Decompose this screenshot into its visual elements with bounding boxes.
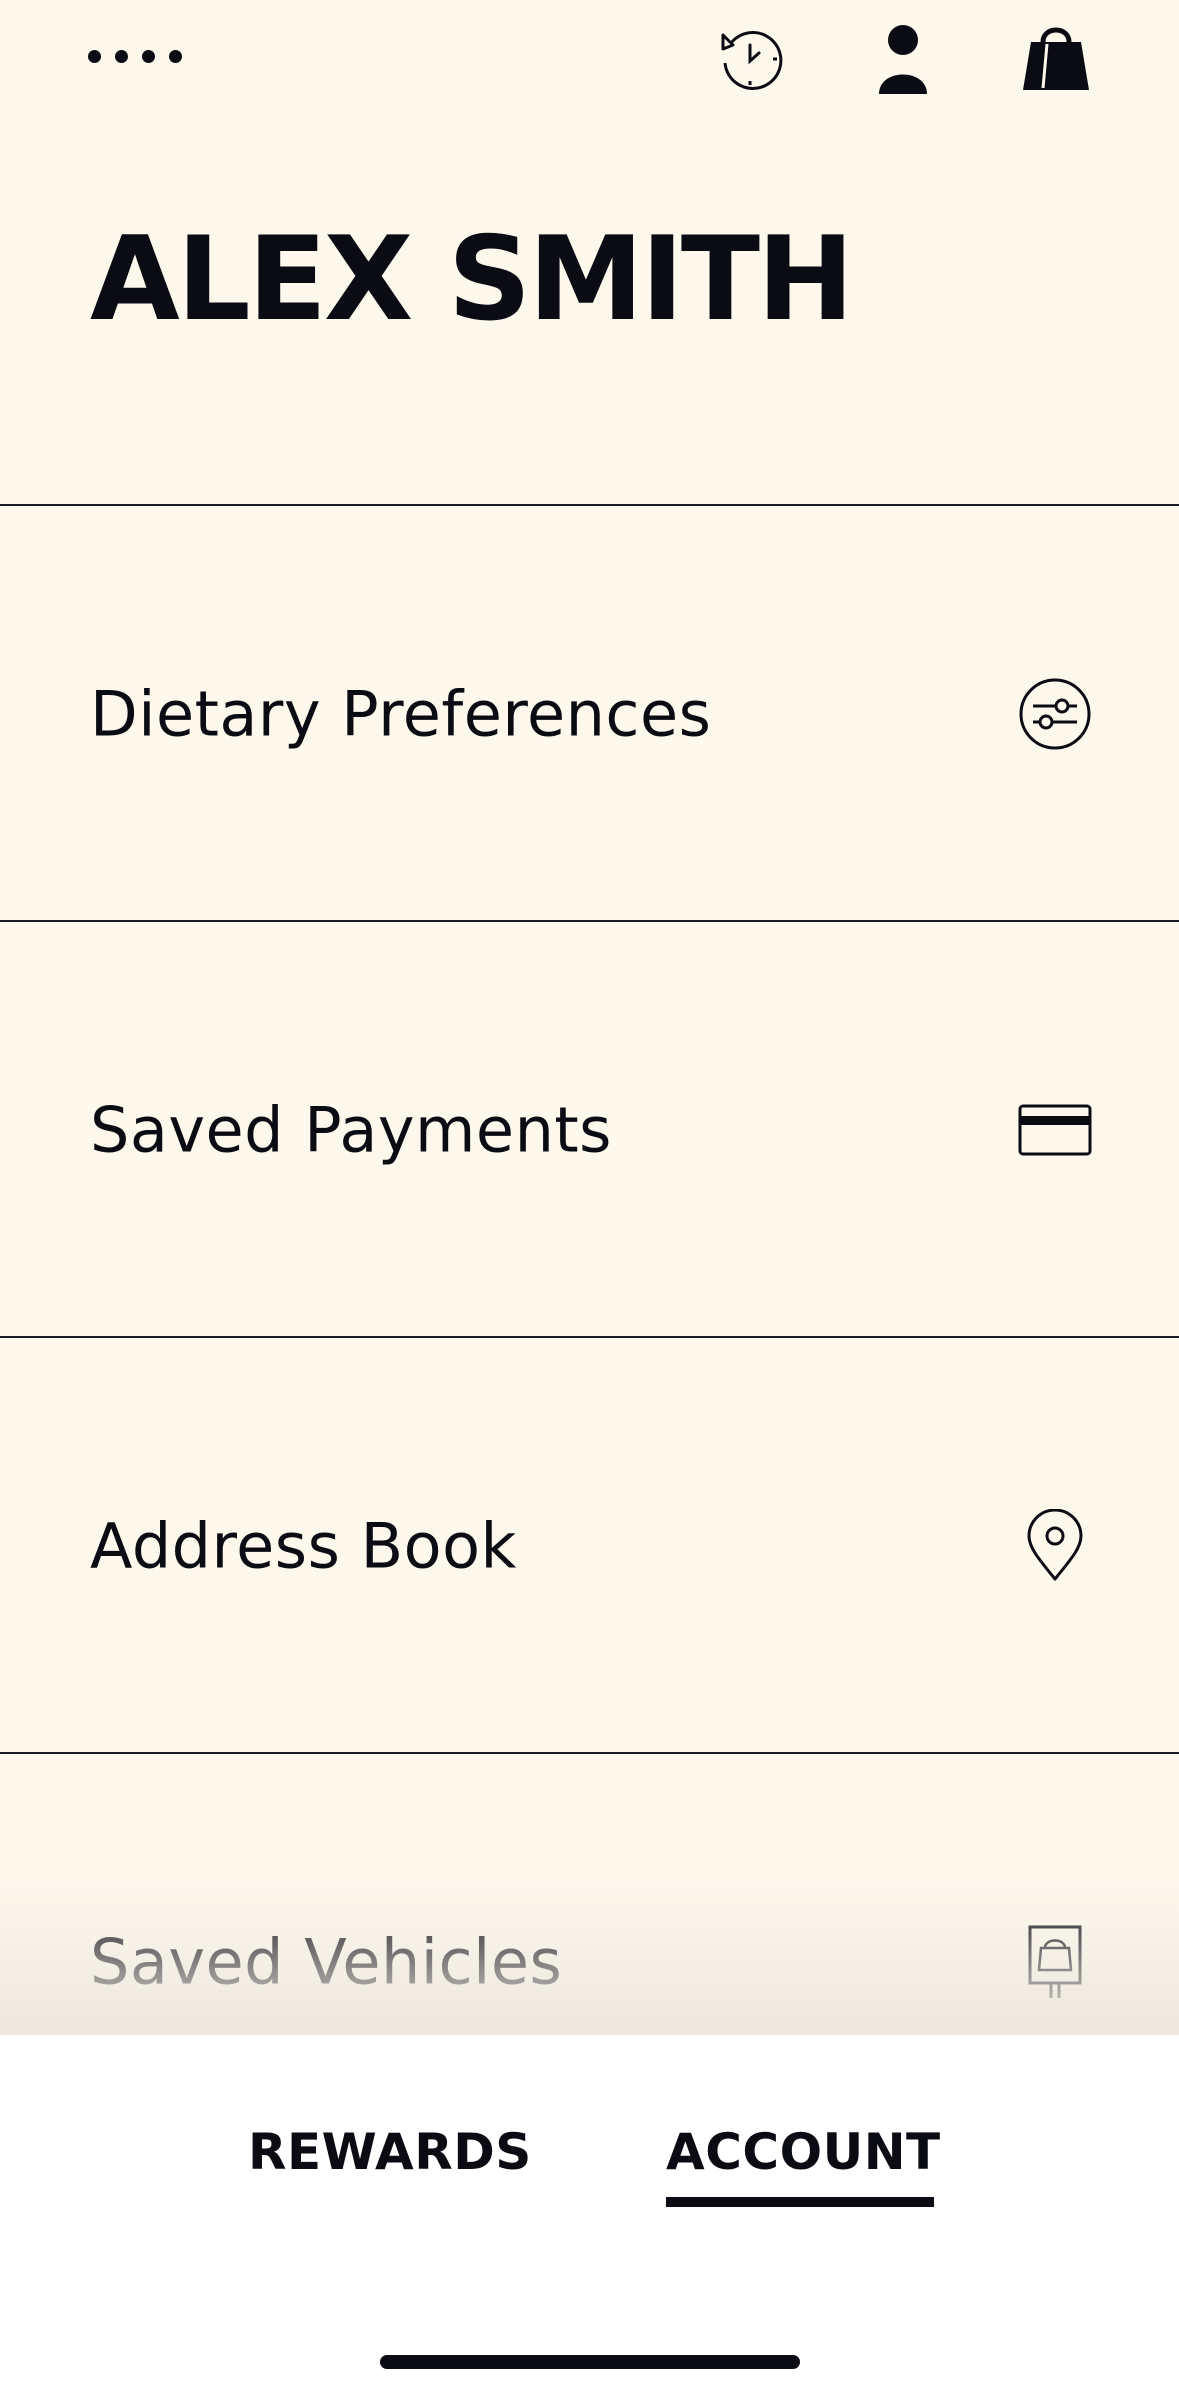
active-tab-indicator [666, 2197, 934, 2207]
order-history-icon[interactable] [710, 18, 790, 98]
top-bar [0, 0, 1179, 130]
pickup-sign-icon [1010, 1917, 1100, 2007]
row-label: Saved Vehicles [90, 1925, 563, 1998]
saved-payments-row[interactable]: Saved Payments [0, 922, 1179, 1337]
person-icon[interactable] [863, 18, 943, 98]
more-dots-icon[interactable] [88, 44, 208, 68]
home-indicator[interactable] [380, 2355, 800, 2369]
sliders-icon [1010, 669, 1100, 759]
row-label: Address Book [90, 1509, 517, 1582]
row-label: Dietary Preferences [90, 677, 712, 750]
tab-account[interactable]: ACCOUNT [666, 2123, 941, 2181]
row-label: Saved Payments [90, 1093, 612, 1166]
map-pin-icon [1010, 1501, 1100, 1591]
profile-name: ALEX SMITH [90, 212, 854, 347]
dietary-preferences-row[interactable]: Dietary Preferences [0, 506, 1179, 921]
tab-rewards[interactable]: REWARDS [248, 2123, 532, 2181]
bottom-tab-bar: REWARDS ACCOUNT [0, 2035, 1179, 2396]
shopping-bag-icon[interactable] [1016, 18, 1096, 98]
credit-card-icon [1010, 1085, 1100, 1175]
address-book-row[interactable]: Address Book [0, 1338, 1179, 1753]
